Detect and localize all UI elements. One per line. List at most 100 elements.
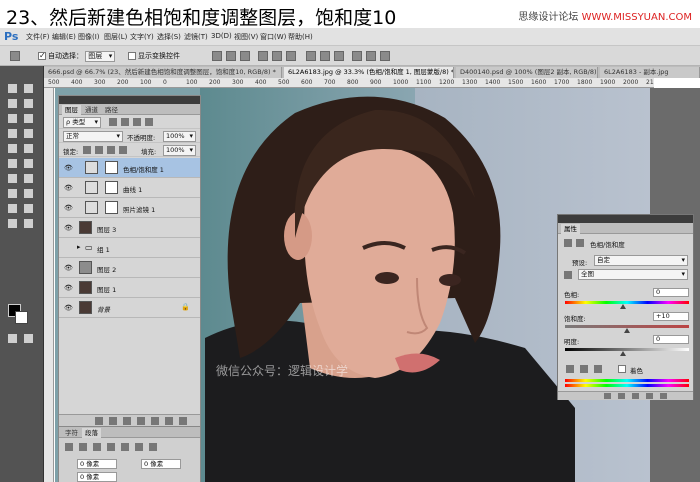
hue-slider-knob[interactable]: [620, 304, 626, 309]
view-previous-icon[interactable]: [618, 393, 625, 399]
layers-panel-header[interactable]: [59, 96, 200, 104]
pen-tool-icon[interactable]: [6, 187, 20, 200]
lightness-field[interactable]: 0: [653, 335, 689, 344]
indent-right-field[interactable]: 0 像素: [141, 459, 181, 469]
crop-tool-icon[interactable]: [6, 112, 20, 125]
opacity-field[interactable]: 100%: [163, 131, 196, 142]
targeted-adjust-icon[interactable]: [564, 271, 572, 279]
menu-file[interactable]: 文件(F): [26, 32, 50, 42]
justify-center-icon[interactable]: [121, 443, 129, 451]
eyedropper-minus-icon[interactable]: [594, 365, 602, 373]
justify-right-icon[interactable]: [135, 443, 143, 451]
align-right-text-icon[interactable]: [93, 443, 101, 451]
group-expand-icon[interactable]: ▸: [77, 243, 81, 251]
hand-tool-icon[interactable]: [6, 217, 20, 230]
move-tool-icon[interactable]: [22, 82, 36, 95]
align-center-text-icon[interactable]: [79, 443, 87, 451]
delete-adjustment-icon[interactable]: [660, 393, 667, 399]
eyedropper-plus-icon[interactable]: [580, 365, 588, 373]
eraser-tool-icon[interactable]: [6, 157, 20, 170]
filter-pixel-icon[interactable]: [109, 118, 117, 126]
lock-transparent-icon[interactable]: [83, 146, 91, 154]
path-select-tool-icon[interactable]: [6, 202, 20, 215]
layer-row-layer-1[interactable]: 👁 图层 1: [59, 278, 200, 298]
align-right-icon[interactable]: [286, 51, 296, 61]
colorize-checkbox[interactable]: [618, 365, 626, 373]
lightness-slider-knob[interactable]: [620, 351, 626, 356]
layer-row-layer-3[interactable]: 👁 图层 3: [59, 218, 200, 238]
indent-left-field[interactable]: 0 像素: [77, 459, 117, 469]
lock-all-icon[interactable]: [119, 146, 127, 154]
align-top-icon[interactable]: [212, 51, 222, 61]
lock-image-icon[interactable]: [95, 146, 103, 154]
lock-position-icon[interactable]: [107, 146, 115, 154]
distribute-bottom-icon[interactable]: [334, 51, 344, 61]
clone-stamp-tool-icon[interactable]: [6, 142, 20, 155]
mask-mode-icon[interactable]: [576, 239, 584, 247]
space-before-field[interactable]: 0 像素: [77, 472, 117, 482]
menu-filter[interactable]: 滤镜(T): [184, 32, 208, 42]
link-layers-icon[interactable]: [95, 417, 103, 425]
visibility-eye-icon[interactable]: 👁: [64, 184, 73, 192]
hue-gradient-track[interactable]: [565, 301, 689, 304]
align-center-icon[interactable]: [272, 51, 282, 61]
doc-tab-copy[interactable]: 6L2A6183 - 副本.jpg: [600, 67, 700, 78]
layer-mask-thumb[interactable]: [105, 181, 118, 194]
tab-channels[interactable]: 通道: [82, 105, 101, 115]
hue-field[interactable]: 0: [653, 288, 689, 297]
screen-mode-icon[interactable]: [22, 332, 36, 345]
layer-mask-thumb[interactable]: [105, 161, 118, 174]
add-mask-icon[interactable]: [123, 417, 131, 425]
layer-row-hue-saturation[interactable]: 👁 色相/饱和度 1: [59, 158, 200, 178]
gradient-tool-icon[interactable]: [22, 157, 36, 170]
lightness-gradient-track[interactable]: [565, 348, 689, 351]
visibility-eye-icon[interactable]: 👁: [64, 304, 73, 312]
auto-select-control[interactable]: 自动选择： 图层: [38, 50, 116, 62]
shape-tool-icon[interactable]: [22, 202, 36, 215]
show-transform-checkbox[interactable]: [128, 52, 136, 60]
doc-tab-6l2a6183[interactable]: 6L2A6183.jpg @ 33.3% (色相/饱和度 1, 图层蒙版/8) …: [284, 67, 454, 78]
new-adjustment-icon[interactable]: [137, 417, 145, 425]
menu-3d[interactable]: 3D(D): [211, 32, 232, 40]
visibility-eye-icon[interactable]: 👁: [64, 204, 73, 212]
distribute-center-icon[interactable]: [366, 51, 376, 61]
menu-image[interactable]: 图像(I): [78, 32, 100, 42]
menu-view[interactable]: 视图(V): [234, 32, 258, 42]
tab-paragraph[interactable]: 段落: [82, 428, 101, 438]
align-bottom-icon[interactable]: [240, 51, 250, 61]
trash-icon[interactable]: [179, 417, 187, 425]
layer-row-group-1[interactable]: ▸ ▭ 组 1: [59, 238, 200, 258]
marquee-tool-icon[interactable]: [6, 82, 20, 95]
new-group-icon[interactable]: [151, 417, 159, 425]
menu-select[interactable]: 选择(S): [157, 32, 181, 42]
layer-row-layer-2[interactable]: 👁 图层 2: [59, 258, 200, 278]
reset-icon[interactable]: [632, 393, 639, 399]
tab-character[interactable]: 字符: [62, 428, 81, 438]
fx-icon[interactable]: [109, 417, 117, 425]
distribute-top-icon[interactable]: [306, 51, 316, 61]
fill-field[interactable]: 100%: [163, 145, 196, 156]
filter-type-icon[interactable]: [133, 118, 141, 126]
filter-shape-icon[interactable]: [145, 118, 153, 126]
background-color-swatch[interactable]: [15, 311, 28, 324]
healing-tool-icon[interactable]: [6, 127, 20, 140]
justify-left-icon[interactable]: [107, 443, 115, 451]
menu-help[interactable]: 帮助(H): [288, 32, 313, 42]
quick-select-tool-icon[interactable]: [22, 97, 36, 110]
zoom-tool-icon[interactable]: [22, 217, 36, 230]
toggle-visibility-icon[interactable]: [646, 393, 653, 399]
tab-properties[interactable]: 属性: [561, 224, 580, 234]
eyedropper-icon[interactable]: [566, 365, 574, 373]
tab-paths[interactable]: 路径: [102, 105, 121, 115]
menu-type[interactable]: 文字(Y): [130, 32, 154, 42]
eyedropper-tool-icon[interactable]: [22, 112, 36, 125]
saturation-slider-knob[interactable]: [624, 328, 630, 333]
layer-row-photo-filter[interactable]: 👁 照片滤镜 1: [59, 198, 200, 218]
menu-layer[interactable]: 图层(L): [104, 32, 127, 42]
auto-select-dropdown[interactable]: 图层: [85, 50, 116, 62]
doc-tab-666[interactable]: 666.psd @ 66.7% (23、然后新建色相饱和度调整图层，饱和度10,…: [44, 67, 282, 78]
layer-row-background[interactable]: 👁 背景 🔒: [59, 298, 200, 318]
show-transform-control[interactable]: 显示变换控件: [128, 50, 180, 62]
preset-dropdown[interactable]: 自定: [594, 255, 688, 266]
justify-all-icon[interactable]: [149, 443, 157, 451]
